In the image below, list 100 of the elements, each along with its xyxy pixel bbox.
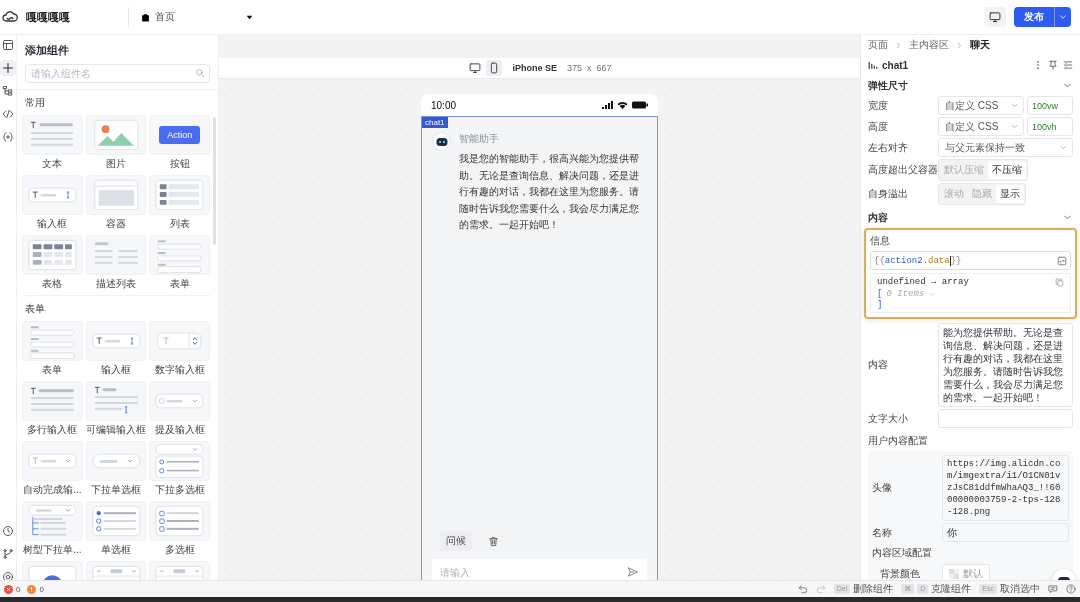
component-label: 下拉多选框 — [154, 483, 205, 497]
component-tag: chat1 — [422, 117, 448, 128]
component-thumbnail[interactable] — [85, 235, 147, 275]
dropdown-select[interactable]: 自定义 CSS — [938, 117, 1024, 136]
bars-icon — [868, 60, 878, 70]
component-thumbnail[interactable] — [85, 175, 147, 215]
field-label: 文字大小 — [868, 411, 909, 426]
page-selector[interactable]: 首页 — [141, 10, 175, 24]
copy-icon[interactable] — [1055, 277, 1064, 287]
collapse-panel-icon[interactable] — [1063, 60, 1073, 70]
component-label: 按钮 — [169, 157, 190, 171]
text-area[interactable]: 能为您提供帮助。无论是查询信息、解决问题，还是进行有趣的对话，我都在这里为您服务。请随时告诉我您需要什么，我会尽力满足您的需求。一起开始吧！ — [938, 323, 1073, 407]
component-label: 输入框 — [101, 363, 131, 377]
preview-button[interactable] — [984, 7, 1006, 27]
component-thumbnail[interactable] — [149, 175, 210, 215]
field-label: 宽度 — [868, 98, 889, 113]
chevron-icon — [894, 40, 903, 50]
redo-icon[interactable] — [815, 584, 826, 594]
component-label: 提及输入框 — [154, 423, 205, 437]
monitor-icon[interactable] — [469, 62, 482, 74]
breadcrumb-item[interactable]: 聊天 — [970, 38, 990, 52]
quick-reply-chip[interactable]: 问候 — [440, 531, 472, 551]
component-thumbnail[interactable] — [22, 381, 83, 421]
search-field[interactable]: 请输入组件名 — [25, 64, 210, 83]
panel-title: 添加组件 — [24, 43, 70, 58]
section-title: 内容 — [868, 210, 888, 225]
component-thumbnail[interactable] — [149, 441, 210, 481]
input-field[interactable]: 你 — [942, 523, 1069, 542]
component-thumbnail[interactable] — [22, 321, 83, 361]
component-label: 输入框 — [37, 217, 68, 231]
braces-icon[interactable] — [2, 131, 14, 143]
dropdown-select[interactable]: 自定义 CSS — [938, 96, 1024, 115]
search-icon — [195, 68, 205, 78]
component-name: chat1 — [882, 59, 909, 71]
comment-icon[interactable] — [1048, 584, 1058, 594]
component-thumbnail[interactable] — [85, 381, 147, 421]
shortcut-label: 取消选中 — [1000, 582, 1040, 596]
app-name: 嘎嘎嘎嘎 — [26, 9, 70, 25]
branch-icon[interactable] — [2, 548, 14, 560]
component-thumbnail[interactable] — [22, 175, 83, 215]
field-label: 自身溢出 — [868, 187, 909, 201]
plus-icon[interactable] — [2, 62, 14, 74]
assistant-message: 我是您的智能助手，很高兴能为您提供帮助。无论是查询信息、解决问题，还是进行有趣的对话，我都在这里为您服务。请随时告诉我您需要什么，我会尽力满足您的需求。一起开始吧！ — [459, 152, 640, 232]
bracket-text: [ — [877, 289, 883, 299]
chevron-icon — [1010, 122, 1019, 131]
component-thumbnail[interactable] — [85, 441, 147, 481]
component-label: 多选框 — [164, 543, 195, 557]
component-label: 描述列表 — [96, 277, 136, 291]
component-thumbnail[interactable] — [22, 235, 83, 275]
text-area[interactable]: https://img.alicdn.com/imgextra/i1/O1CN01vzJsC81ddfmWhaAQ3_!!6000000003759-2-tps-128-128.png — [942, 455, 1069, 521]
page-name: 首页 — [155, 10, 175, 24]
trash-icon[interactable] — [488, 535, 499, 547]
pin-icon[interactable] — [1048, 60, 1058, 70]
shortcut-label: 克隆组件 — [931, 582, 972, 596]
component-label: 可编辑输入框 — [86, 423, 146, 437]
breadcrumb-item[interactable]: 页面 — [868, 38, 888, 52]
component-thumbnail[interactable] — [22, 441, 83, 481]
briefcase-icon — [141, 12, 150, 22]
code-icon[interactable] — [2, 108, 14, 120]
component-thumbnail[interactable]: Action — [149, 115, 210, 155]
component-thumbnail[interactable] — [22, 501, 83, 541]
undo-icon[interactable] — [797, 584, 808, 594]
expression-field[interactable]: {{action2.data}} — [870, 251, 1071, 270]
help-icon[interactable] — [1066, 584, 1076, 594]
segment-option[interactable]: 显示 — [996, 185, 1024, 203]
target-icon[interactable] — [2, 571, 14, 580]
component-thumbnail[interactable] — [149, 381, 210, 421]
message-input[interactable]: 请输入 — [432, 559, 647, 580]
field-label: 内容 — [868, 358, 889, 372]
battery-icon — [632, 101, 648, 109]
dropdown-select[interactable]: 与父元素保持一致 — [938, 138, 1073, 157]
segment-option[interactable]: 不压缩 — [988, 161, 1026, 179]
scrollbar[interactable] — [213, 117, 216, 245]
chevron-icon — [928, 290, 936, 298]
component-thumbnail[interactable] — [149, 321, 210, 361]
component-thumbnail[interactable] — [85, 115, 147, 155]
section-title: 弹性尺寸 — [868, 78, 908, 93]
component-thumbnail[interactable] — [85, 501, 147, 541]
field-label: 高度超出父容器 — [868, 163, 938, 177]
expand-icon[interactable] — [1057, 255, 1067, 266]
layout-icon[interactable] — [2, 39, 14, 51]
publish-dropdown-button[interactable] — [1054, 7, 1071, 27]
value-field[interactable]: 100vw — [1027, 96, 1073, 115]
component-thumbnail[interactable] — [149, 235, 210, 275]
action-button-preview: Action — [159, 126, 201, 144]
component-label: 自动完成输... — [23, 483, 82, 497]
section-title: 用户内容配置 — [868, 434, 929, 448]
component-thumbnail[interactable] — [85, 321, 147, 361]
component-thumbnail[interactable] — [22, 115, 83, 155]
send-icon[interactable] — [627, 566, 639, 578]
tree-icon[interactable] — [2, 85, 14, 97]
value-field[interactable]: 100vh — [1027, 117, 1073, 136]
breadcrumb-item[interactable]: 主内容区 — [909, 38, 949, 52]
clock-icon[interactable] — [2, 525, 14, 537]
warning-icon — [27, 584, 37, 594]
input-field[interactable] — [938, 409, 1073, 428]
error-icon — [4, 584, 13, 594]
type-hint: undefined → array — [877, 277, 969, 287]
publish-button[interactable]: 发布 — [1014, 7, 1054, 27]
component-thumbnail[interactable] — [149, 501, 210, 541]
